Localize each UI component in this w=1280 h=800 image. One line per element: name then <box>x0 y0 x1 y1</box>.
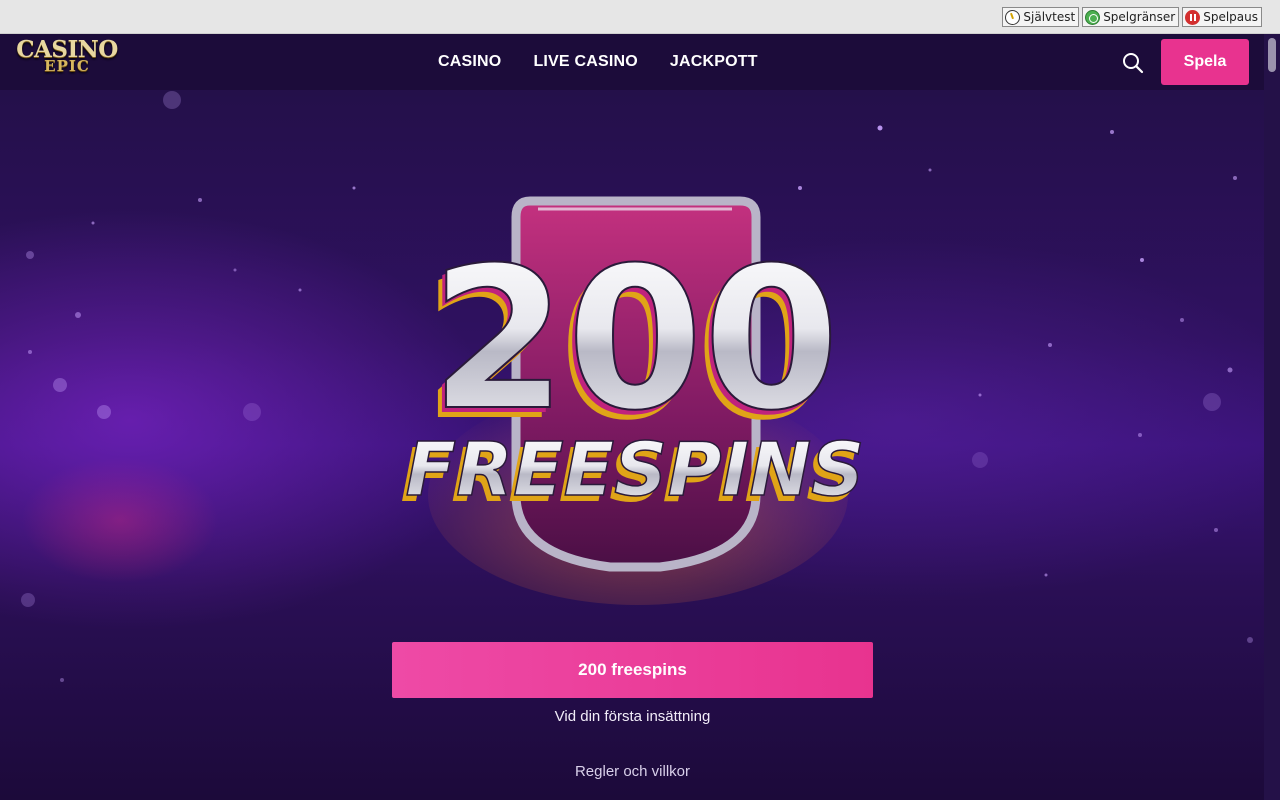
search-icon[interactable] <box>1121 51 1145 75</box>
first-deposit-note: Vid din första insättning <box>554 708 711 725</box>
main-nav: CASINO LIVE CASINO JACKPOTT <box>438 34 758 90</box>
nav-jackpott[interactable]: JACKPOTT <box>670 53 758 71</box>
self-test-button[interactable]: Självtest <box>1002 7 1080 27</box>
gaming-pause-button[interactable]: Spelpaus <box>1182 7 1262 27</box>
limits-icon <box>1085 9 1101 25</box>
self-test-icon <box>1005 9 1021 25</box>
scrollbar-thumb[interactable] <box>1268 38 1276 72</box>
freespins-cta-button[interactable]: 200 freespins <box>392 642 873 698</box>
gaming-limits-label: Spelgränser <box>1103 10 1176 24</box>
pause-icon <box>1185 9 1201 25</box>
play-button[interactable]: Spela <box>1161 39 1249 85</box>
nav-live-casino[interactable]: LIVE CASINO <box>533 53 637 71</box>
freespins-badge: 200 200 200 FREESPINS FREESPINS <box>401 196 865 605</box>
page-scrollbar[interactable] <box>1264 34 1280 800</box>
terms-and-conditions-link[interactable]: Regler och villkor <box>392 763 873 780</box>
self-test-label: Självtest <box>1023 10 1076 24</box>
casino-epic-logo[interactable]: CASINO EPIC <box>16 38 118 84</box>
responsible-gaming-buttons: Självtest Spelgränser Spelpaus <box>1002 7 1262 27</box>
nav-casino[interactable]: CASINO <box>438 53 501 71</box>
badge-word: FREESPINS <box>406 427 865 513</box>
gaming-pause-label: Spelpaus <box>1203 10 1258 24</box>
badge-number-face: 200 <box>430 226 839 454</box>
site-header: CASINO EPIC CASINO LIVE CASINO JACKPOTT … <box>0 34 1264 90</box>
hero-banner: 200 200 200 FREESPINS FREESPINS 200 free… <box>0 90 1264 800</box>
responsible-gaming-bar: Självtest Spelgränser Spelpaus <box>0 0 1280 34</box>
gaming-limits-button[interactable]: Spelgränser <box>1082 7 1180 27</box>
